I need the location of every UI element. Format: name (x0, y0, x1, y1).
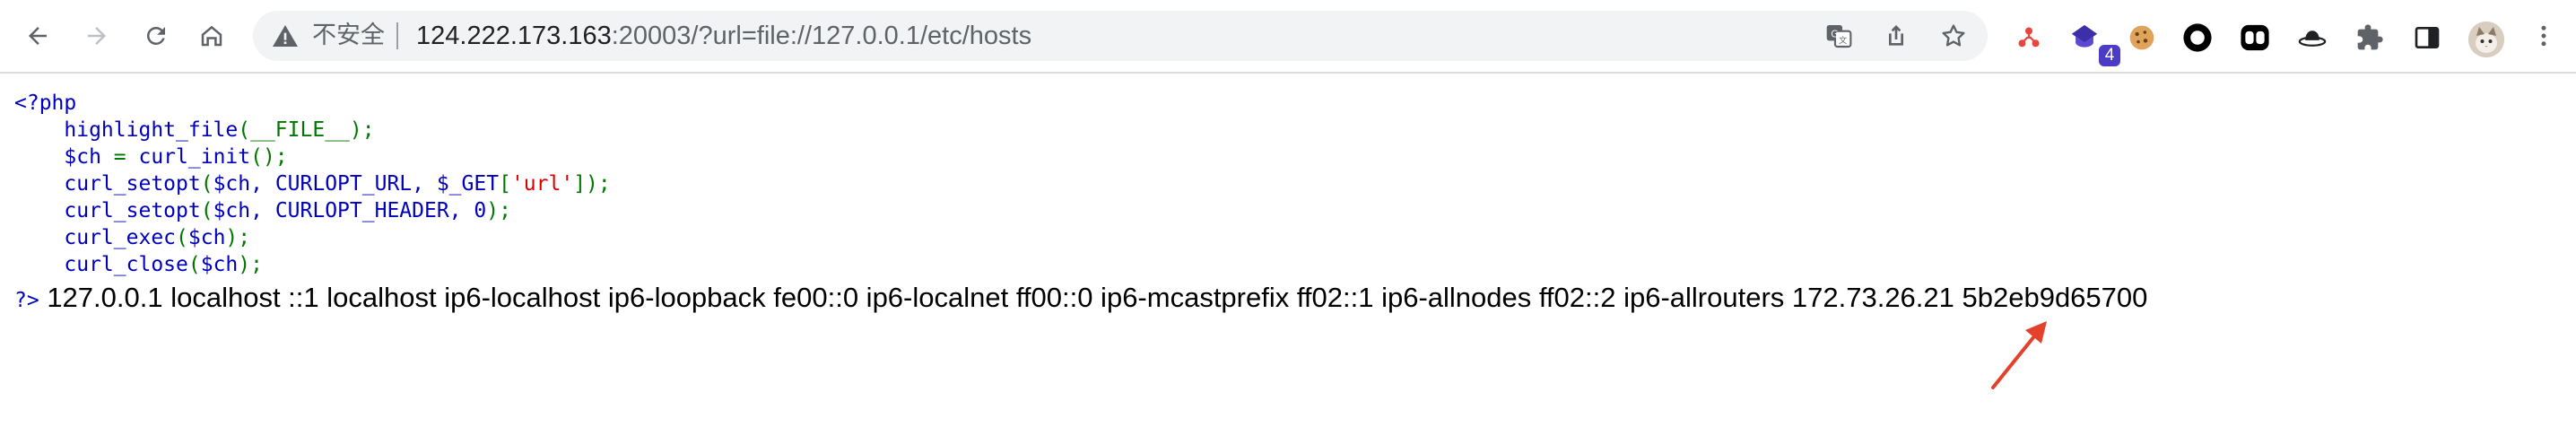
annotation-arrow-icon (1991, 321, 2047, 389)
translate-icon[interactable]: G 文 (1824, 22, 1853, 50)
code-op: ]); (573, 172, 611, 196)
extension-purple-icon[interactable] (2068, 22, 2101, 54)
warning-icon[interactable] (271, 22, 300, 50)
code-fn: highlight_file (64, 118, 239, 142)
php-open-tag: <?php (14, 92, 77, 115)
code-fn: curl_init (138, 145, 251, 169)
code-op: ); (486, 199, 511, 222)
curl-output-line: ?> 127.0.0.1 localhost ::1 localhost ip6… (14, 282, 2147, 314)
code-var: $ch (64, 145, 114, 169)
code-op: [ (499, 172, 511, 196)
code-args: (); (250, 145, 288, 169)
extension-network-icon[interactable] (2013, 22, 2045, 54)
address-bar[interactable]: 不安全 124.222.173.163:20003/?url=file://12… (253, 11, 1988, 61)
php-close-tag: ?> (14, 289, 39, 312)
profile-avatar-icon (2468, 22, 2504, 57)
hosts-file-output: 127.0.0.1 localhost ::1 localhost ip6-lo… (39, 282, 2148, 313)
extension-badge: 4 (2099, 45, 2120, 66)
profile-avatar[interactable] (2468, 22, 2504, 57)
code-line-6: curl_close($ch); (14, 251, 263, 278)
code-op: ); (225, 226, 251, 249)
page-content: <?php highlight_file(__FILE__); $ch = cu… (0, 74, 2576, 427)
extension-cookie-icon[interactable] (2126, 22, 2158, 54)
code-fn: curl_close (64, 253, 188, 276)
svg-text:文: 文 (1839, 35, 1847, 46)
code-args: $ch (187, 226, 226, 249)
extension-dual-icon[interactable] (2239, 22, 2271, 54)
code-op: = (113, 145, 139, 169)
code-args: (__FILE__); (238, 118, 375, 142)
code-line-5: curl_exec($ch); (14, 224, 250, 251)
extension-ring-icon[interactable] (2181, 22, 2214, 54)
code-line-1: highlight_file(__FILE__); (14, 117, 375, 144)
code-line-3: curl_setopt($ch, CURLOPT_URL, $_GET['url… (14, 170, 611, 197)
extensions-puzzle-icon[interactable] (2354, 22, 2386, 54)
code-op: ( (200, 172, 213, 196)
code-fn: curl_exec (64, 226, 177, 249)
address-divider (396, 22, 398, 49)
share-icon[interactable] (1882, 22, 1910, 50)
bookmark-star-icon[interactable] (1939, 22, 1968, 50)
reload-icon (146, 26, 165, 45)
code-args: $ch, CURLOPT_HEADER, 0 (213, 199, 487, 222)
url-path: :20003/?url=file://127.0.0.1/etc/hosts (611, 22, 1032, 50)
code-args: $ch (200, 253, 239, 276)
code-op: ( (187, 253, 201, 276)
code-fn: curl_setopt (64, 172, 201, 196)
url-host: 124.222.173.163 (416, 22, 612, 50)
forward-arrow-icon (88, 27, 106, 45)
extension-hat-icon[interactable] (2296, 22, 2328, 54)
svg-text:G: G (1831, 28, 1838, 39)
code-op: ( (200, 199, 213, 222)
side-panel-icon[interactable] (2411, 22, 2443, 54)
forward-button[interactable] (77, 16, 117, 56)
reload-button[interactable] (136, 16, 176, 56)
home-button[interactable] (192, 16, 231, 56)
menu-button[interactable] (2524, 16, 2563, 56)
code-line-2: $ch = curl_init(); (14, 144, 288, 170)
code-fn: curl_setopt (64, 199, 201, 222)
code-line-4: curl_setopt($ch, CURLOPT_HEADER, 0); (14, 197, 511, 224)
url-text[interactable]: 124.222.173.163:20003/?url=file://127.0.… (416, 22, 1031, 50)
code-string: 'url' (510, 172, 574, 196)
code-op: ( (176, 226, 188, 249)
back-arrow-icon (29, 27, 47, 45)
more-vert-icon (2541, 25, 2546, 47)
security-label[interactable]: 不安全 (312, 22, 385, 50)
code-args: $ch, CURLOPT_URL, $_GET (213, 172, 500, 196)
home-icon (201, 25, 222, 47)
back-button[interactable] (18, 16, 57, 56)
code-op: ); (238, 253, 263, 276)
browser-toolbar: 不安全 124.222.173.163:20003/?url=file://12… (0, 0, 2576, 74)
